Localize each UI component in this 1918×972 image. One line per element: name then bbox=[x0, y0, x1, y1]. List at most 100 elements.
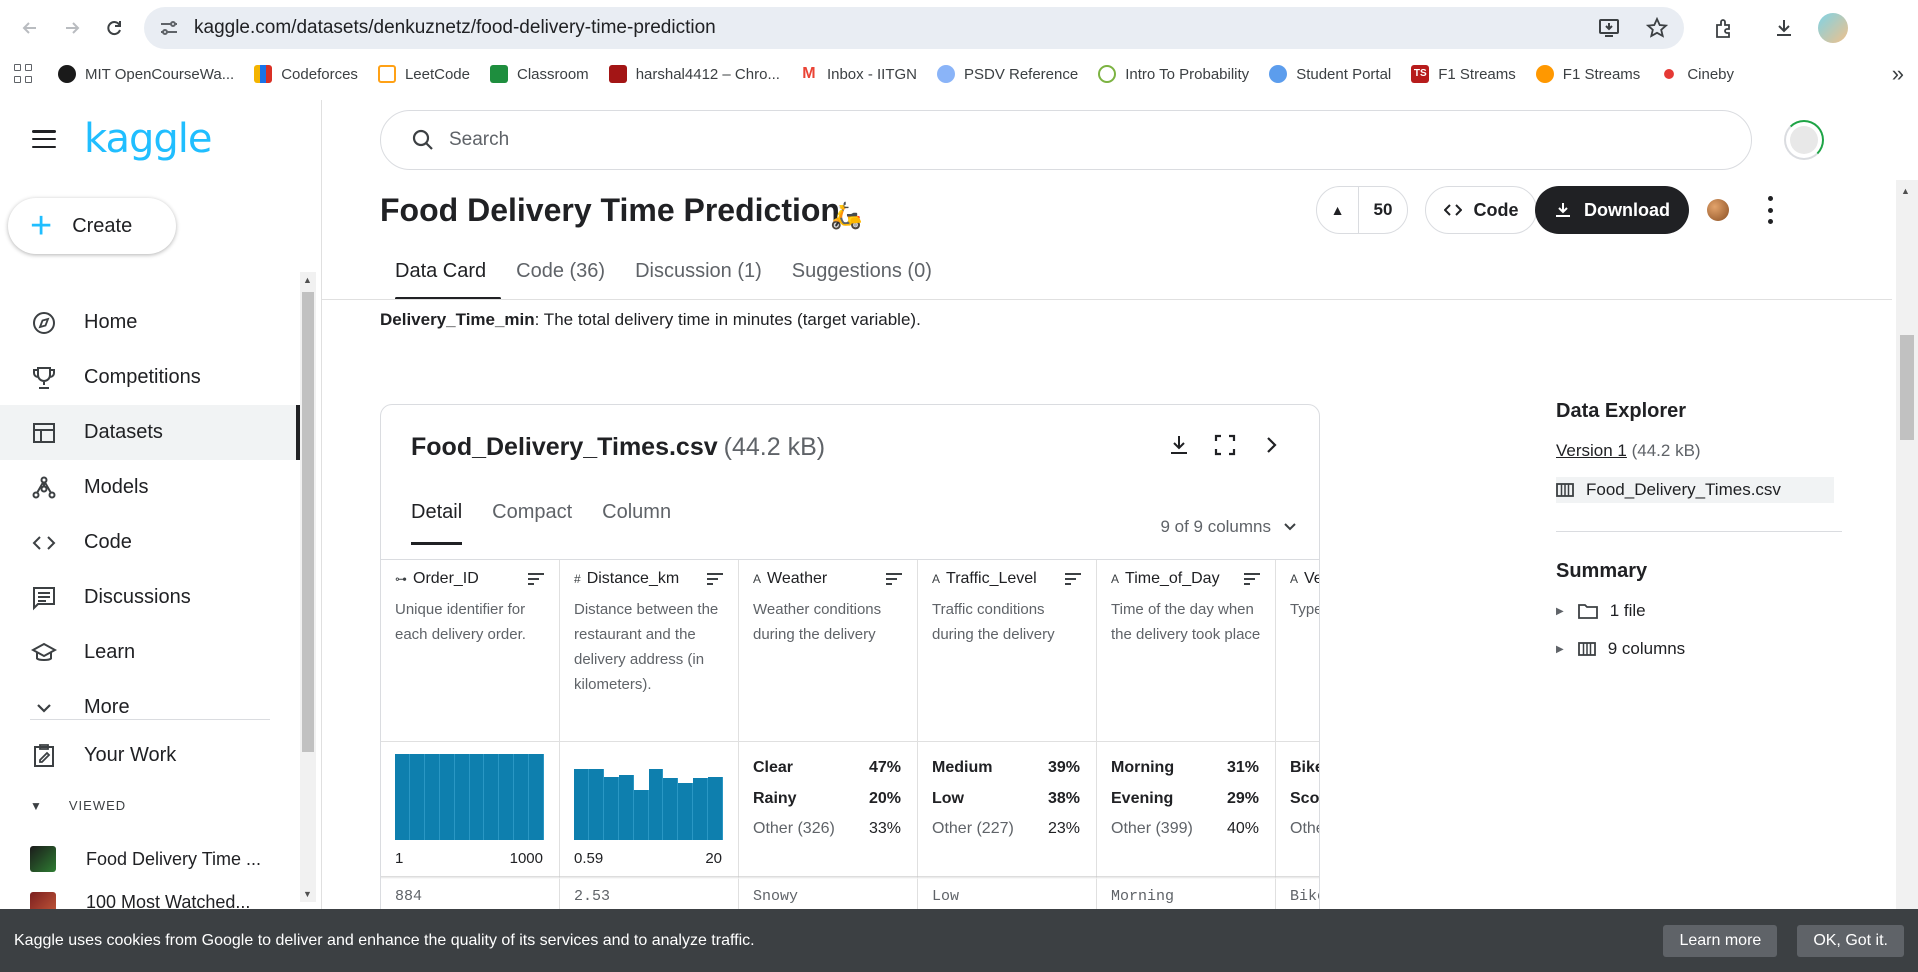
download-file-icon[interactable] bbox=[1167, 433, 1191, 457]
sidebar-item-datasets[interactable]: Datasets bbox=[0, 405, 300, 460]
bookmark-item[interactable]: Student Portal bbox=[1269, 65, 1391, 83]
summary-columns-item[interactable]: ▶ 9 columns bbox=[1556, 639, 1842, 659]
scrollbar-thumb[interactable] bbox=[1900, 335, 1914, 440]
bookmark-item[interactable]: TS F1 Streams bbox=[1411, 65, 1516, 83]
sidebar-item-discussions[interactable]: Discussions bbox=[0, 570, 300, 625]
bookmark-item[interactable]: PSDV Reference bbox=[936, 65, 1078, 83]
bookmark-star-icon[interactable] bbox=[1644, 15, 1670, 41]
more-options-icon[interactable] bbox=[1766, 196, 1774, 224]
accept-cookies-button[interactable]: OK, Got it. bbox=[1797, 924, 1904, 957]
user-avatar[interactable] bbox=[1784, 120, 1824, 160]
histogram-bar[interactable] bbox=[484, 754, 500, 840]
recent-item[interactable]: 100 Most Watched... bbox=[30, 892, 250, 909]
column-header[interactable]: A Traffic_Level bbox=[918, 560, 1096, 597]
expand-arrow-icon[interactable]: ▶ bbox=[1556, 606, 1564, 617]
version-link[interactable]: Version 1 bbox=[1556, 441, 1627, 460]
site-settings-icon[interactable] bbox=[158, 17, 180, 39]
tab-column[interactable]: Column bbox=[602, 491, 671, 545]
install-app-icon[interactable] bbox=[1596, 15, 1622, 41]
scroll-up-arrow-icon[interactable]: ▲ bbox=[1901, 186, 1910, 196]
profile-avatar[interactable] bbox=[1818, 13, 1848, 43]
sort-icon[interactable] bbox=[1064, 572, 1082, 586]
bookmark-item[interactable]: harshal4412 – Chro... bbox=[608, 65, 780, 83]
histogram-bar[interactable] bbox=[663, 778, 679, 840]
column-header[interactable]: ⊶ Order_ID bbox=[381, 560, 559, 597]
histogram-bar[interactable] bbox=[469, 754, 485, 840]
sidebar-item-competitions[interactable]: Competitions bbox=[0, 350, 300, 405]
histogram[interactable] bbox=[574, 754, 724, 840]
histogram-bar[interactable] bbox=[529, 754, 545, 840]
bookmarks-overflow-icon[interactable]: » bbox=[1892, 61, 1904, 87]
bookmark-item[interactable]: Intro To Probability bbox=[1098, 65, 1249, 83]
downloads-icon[interactable] bbox=[1764, 8, 1804, 48]
tab-suggestions[interactable]: Suggestions (0) bbox=[777, 250, 947, 300]
back-button[interactable] bbox=[12, 10, 48, 46]
create-button[interactable]: + Create bbox=[8, 198, 176, 254]
column-header[interactable]: A Ve bbox=[1276, 560, 1319, 597]
histogram-bar[interactable] bbox=[588, 769, 604, 840]
page-scrollbar[interactable]: ▲ bbox=[1896, 180, 1918, 909]
tab-code[interactable]: Code (36) bbox=[501, 250, 620, 300]
histogram-bar[interactable] bbox=[395, 754, 410, 840]
tab-discussion[interactable]: Discussion (1) bbox=[620, 250, 777, 300]
column-header[interactable]: # Distance_km bbox=[560, 560, 738, 597]
upvote-button[interactable]: ▲ 50 bbox=[1316, 186, 1408, 234]
histogram-bar[interactable] bbox=[693, 778, 709, 840]
bronze-medal-icon[interactable] bbox=[1707, 199, 1729, 221]
histogram-bar[interactable] bbox=[514, 754, 530, 840]
column-selector[interactable]: 9 of 9 columns bbox=[1160, 517, 1297, 537]
histogram-bar[interactable] bbox=[499, 754, 515, 840]
upvote-arrow-icon[interactable]: ▲ bbox=[1317, 186, 1359, 234]
scroll-down-arrow-icon[interactable]: ▼ bbox=[303, 889, 312, 899]
explorer-file-item[interactable]: Food_Delivery_Times.csv bbox=[1556, 477, 1834, 503]
scroll-up-arrow-icon[interactable]: ▲ bbox=[303, 275, 312, 285]
fullscreen-icon[interactable] bbox=[1213, 433, 1237, 457]
histogram-bar[interactable] bbox=[648, 769, 664, 840]
scrollbar-thumb[interactable] bbox=[302, 292, 314, 752]
histogram-bar[interactable] bbox=[678, 783, 694, 840]
histogram-bar[interactable] bbox=[603, 777, 619, 840]
kaggle-logo[interactable]: kaggle bbox=[84, 116, 212, 162]
bookmark-item[interactable]: Cineby bbox=[1660, 65, 1734, 83]
summary-files-item[interactable]: ▶ 1 file bbox=[1556, 601, 1842, 621]
histogram-bar[interactable] bbox=[439, 754, 455, 840]
sidebar-item-code[interactable]: Code bbox=[0, 515, 300, 570]
column-header[interactable]: A Weather bbox=[739, 560, 917, 597]
sort-icon[interactable] bbox=[527, 572, 545, 586]
tab-data-card[interactable]: Data Card bbox=[380, 250, 502, 300]
forward-button[interactable] bbox=[54, 10, 90, 46]
bookmark-item[interactable]: LeetCode bbox=[377, 65, 470, 83]
histogram-bar[interactable] bbox=[409, 754, 425, 840]
learn-more-button[interactable]: Learn more bbox=[1663, 924, 1778, 957]
expand-arrow-icon[interactable]: ▶ bbox=[1556, 644, 1564, 655]
sort-icon[interactable] bbox=[706, 572, 724, 586]
column-header[interactable]: A Time_of_Day bbox=[1097, 560, 1275, 597]
bookmark-item[interactable]: Classroom bbox=[490, 65, 589, 83]
viewed-section-toggle[interactable]: ▼ VIEWED bbox=[30, 798, 126, 813]
sort-icon[interactable] bbox=[1243, 572, 1261, 586]
code-button[interactable]: Code bbox=[1425, 186, 1537, 234]
sidebar-item-home[interactable]: Home bbox=[0, 295, 300, 350]
histogram-bar[interactable] bbox=[454, 754, 470, 840]
sidebar-item-learn[interactable]: Learn bbox=[0, 625, 300, 680]
sidebar-item-your-work[interactable]: Your Work bbox=[0, 728, 300, 783]
recent-item[interactable]: Food Delivery Time ... bbox=[30, 846, 261, 872]
histogram-bar[interactable] bbox=[574, 769, 589, 840]
reload-button[interactable] bbox=[96, 10, 132, 46]
apps-grid-icon[interactable] bbox=[14, 64, 34, 84]
sidebar-item-more[interactable]: More bbox=[0, 680, 300, 735]
download-button[interactable]: Download bbox=[1535, 186, 1689, 234]
bookmark-item[interactable]: F1 Streams bbox=[1535, 65, 1640, 83]
menu-icon[interactable] bbox=[32, 130, 56, 148]
omnibox[interactable]: kaggle.com/datasets/denkuznetz/food-deli… bbox=[144, 7, 1684, 49]
chevron-right-icon[interactable] bbox=[1259, 433, 1283, 457]
bookmark-item[interactable]: M Inbox - IITGN bbox=[799, 65, 917, 83]
bookmark-item[interactable]: MIT OpenCourseWa... bbox=[58, 65, 234, 83]
sidebar-item-models[interactable]: Models bbox=[0, 460, 300, 515]
tab-detail[interactable]: Detail bbox=[411, 491, 463, 545]
sidebar-scrollbar[interactable]: ▲ ▼ bbox=[300, 272, 316, 902]
extensions-icon[interactable] bbox=[1704, 8, 1744, 48]
histogram-bar[interactable] bbox=[633, 790, 649, 840]
sort-icon[interactable] bbox=[885, 572, 903, 586]
histogram-bar[interactable] bbox=[708, 777, 724, 840]
